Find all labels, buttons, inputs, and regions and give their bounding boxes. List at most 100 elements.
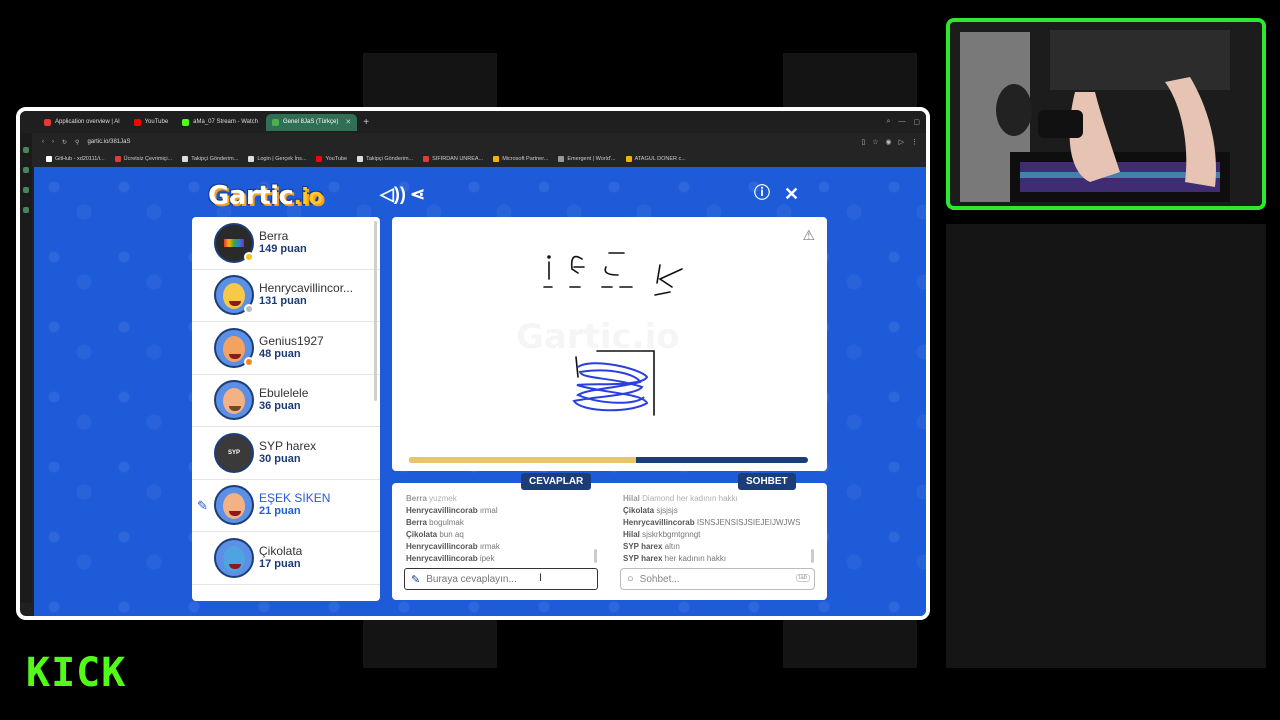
tab-key-hint: tab xyxy=(795,574,810,582)
sidebar-icon[interactable] xyxy=(23,187,29,193)
player-row: SYP SYP harex 30 puan xyxy=(192,427,380,480)
sidebar-icon[interactable] xyxy=(23,167,29,173)
list-item: Henrycavillincorab ırmal xyxy=(406,506,498,515)
bookmark-item[interactable]: Takipçi Gönderim... xyxy=(357,156,413,162)
player-score: 149 puan xyxy=(259,242,307,255)
extensions-icon[interactable]: ▯ xyxy=(861,138,865,146)
maximize-icon[interactable]: ▢ xyxy=(913,118,920,126)
bookmark-item[interactable]: YouTube xyxy=(316,156,347,162)
drawing-strokes xyxy=(543,252,683,416)
site-info-icon[interactable]: ⚲ xyxy=(75,139,79,146)
minimize-icon[interactable]: — xyxy=(898,118,905,126)
url-input[interactable]: gartic.io/381JaS xyxy=(87,139,130,145)
browser-tab[interactable]: aMa_07 Stream - Watch xyxy=(176,114,264,131)
search-icon: ○ xyxy=(627,573,634,585)
player-score: 30 puan xyxy=(259,452,301,465)
stream-layout: Application overview | Al YouTube aMa_07… xyxy=(0,0,1280,720)
player-name: Ebulelele xyxy=(259,387,309,401)
list-item: SYP harex altın xyxy=(623,542,680,551)
pencil-icon: ✎ xyxy=(411,573,421,586)
bookmark-item[interactable]: Takipçi Gönderim... xyxy=(182,156,238,162)
drawing-canvas[interactable]: ⚠ Gartic.io xyxy=(392,217,827,471)
chat-panel: CEVAPLAR SOHBET Berra yuzmek Henrycavill… xyxy=(392,473,827,600)
bookmarks-bar: GitHub - xd20111/i... Ücretsiz Çevrimiçi… xyxy=(20,151,926,167)
close-icon[interactable]: ✕ xyxy=(784,185,799,203)
bookmark-icon[interactable]: ☆ xyxy=(872,138,878,146)
gartic-icon xyxy=(271,118,279,126)
avatar xyxy=(214,275,254,316)
player-row: Ebulelele 36 puan xyxy=(192,375,380,427)
browser-tab-active[interactable]: Genel 8JaS (Türkçe) ✕ xyxy=(265,113,358,131)
avatar xyxy=(214,537,254,578)
player-name: Çikolata xyxy=(259,544,303,558)
tab-label: aMa_07 Stream - Watch xyxy=(193,119,258,125)
answer-placeholder: Buraya cevaplayın... xyxy=(426,573,517,585)
avatar xyxy=(214,380,254,421)
player-row: Henrycavillincor... 131 puan xyxy=(192,270,380,322)
info-icon[interactable]: ⓘ xyxy=(754,186,770,202)
player-row-drawing: ✎ EŞEK SİKEN 21 puan xyxy=(192,480,380,532)
background-panel xyxy=(363,53,497,107)
favicon-icon xyxy=(44,118,51,126)
sidebar-icon[interactable] xyxy=(23,147,29,153)
back-icon[interactable]: ‹ xyxy=(42,139,44,145)
tab-label: Application overview | Al xyxy=(55,119,120,125)
toolbar-icons: ▯ ☆ ◉ ▷ ⋮ xyxy=(861,138,926,146)
player-row: Berra 149 puan xyxy=(192,217,380,270)
players-scrollbar[interactable] xyxy=(374,221,377,401)
play-icon[interactable]: ▷ xyxy=(899,138,904,146)
avatar xyxy=(214,327,254,368)
bookmark-item[interactable]: Ücretsiz Çevrimiçi... xyxy=(114,156,172,162)
youtube-icon xyxy=(133,118,141,126)
players-list: Berra 149 puan Henrycavillincor... 131 pua… xyxy=(192,217,380,601)
list-item: Henrycavillincorab ırmak xyxy=(406,542,500,551)
tab-chat[interactable]: SOHBET xyxy=(738,473,796,490)
close-tab-icon[interactable]: ✕ xyxy=(345,118,351,126)
chat-scrollbar[interactable] xyxy=(811,549,814,563)
tab-answers[interactable]: CEVAPLAR xyxy=(521,473,592,490)
player-score: 21 puan xyxy=(259,505,301,518)
new-tab-icon[interactable]: + xyxy=(363,117,369,128)
browser-sidebar xyxy=(20,133,32,603)
list-item: Çikolata sjsjsjs xyxy=(623,506,678,515)
forward-icon[interactable]: › xyxy=(52,139,54,145)
background-panel xyxy=(363,620,497,668)
search-tabs-icon[interactable]: ⌕ xyxy=(886,118,890,126)
answer-input[interactable]: ✎ Buraya cevaplayın... I xyxy=(404,568,598,590)
sound-icon[interactable]: ◁)) xyxy=(380,185,406,203)
bookmark-item[interactable]: Login | Gerçek İns... xyxy=(248,156,306,162)
bookmark-item[interactable]: ATAGUL DONER c... xyxy=(625,156,686,162)
background-panel xyxy=(783,620,917,668)
bookmark-item[interactable]: Microsoft Partner... xyxy=(493,156,548,162)
share-icon[interactable]: ⋖ xyxy=(410,185,425,203)
window-controls: ⌕ — ▢ xyxy=(886,118,926,126)
bookmark-item[interactable]: Emergent | World'... xyxy=(558,156,616,162)
player-row: Çikolata 17 puan xyxy=(192,532,380,585)
status-dot xyxy=(244,251,254,262)
list-item: SYP harex her kadının hakkı xyxy=(623,554,727,563)
shield-icon[interactable]: ◉ xyxy=(886,138,892,146)
player-name: EŞEK SİKEN xyxy=(259,492,331,506)
bookmark-item[interactable]: GitHub - xd20111/i... xyxy=(46,156,105,162)
menu-icon[interactable]: ⋮ xyxy=(911,138,918,146)
reload-icon[interactable]: ↻ xyxy=(62,139,67,146)
bookmark-item[interactable]: SIFIRDAN UNREA... xyxy=(423,156,483,162)
pencil-icon: ✎ xyxy=(197,497,208,513)
list-item: Çikolata bun aq xyxy=(406,530,464,539)
background-panel xyxy=(946,224,1266,668)
tab-label: Genel 8JaS (Türkçe) xyxy=(282,119,339,125)
sidebar-icon[interactable] xyxy=(23,207,29,213)
webcam-overlay xyxy=(946,18,1266,210)
player-name: SYP harex xyxy=(259,439,317,453)
avatar xyxy=(214,485,254,526)
browser-tab[interactable]: YouTube xyxy=(128,114,175,131)
avatar xyxy=(214,222,254,263)
browser-window: Application overview | Al YouTube aMa_07… xyxy=(16,107,930,620)
avatar: SYP xyxy=(214,432,254,473)
background-panel xyxy=(783,53,917,107)
round-timer xyxy=(409,457,808,463)
chat-input[interactable]: ○ Sohbet... tab xyxy=(620,568,815,590)
browser-tab[interactable]: Application overview | Al xyxy=(38,114,126,131)
answers-scrollbar[interactable] xyxy=(594,549,597,563)
tab-label: YouTube xyxy=(144,119,169,125)
